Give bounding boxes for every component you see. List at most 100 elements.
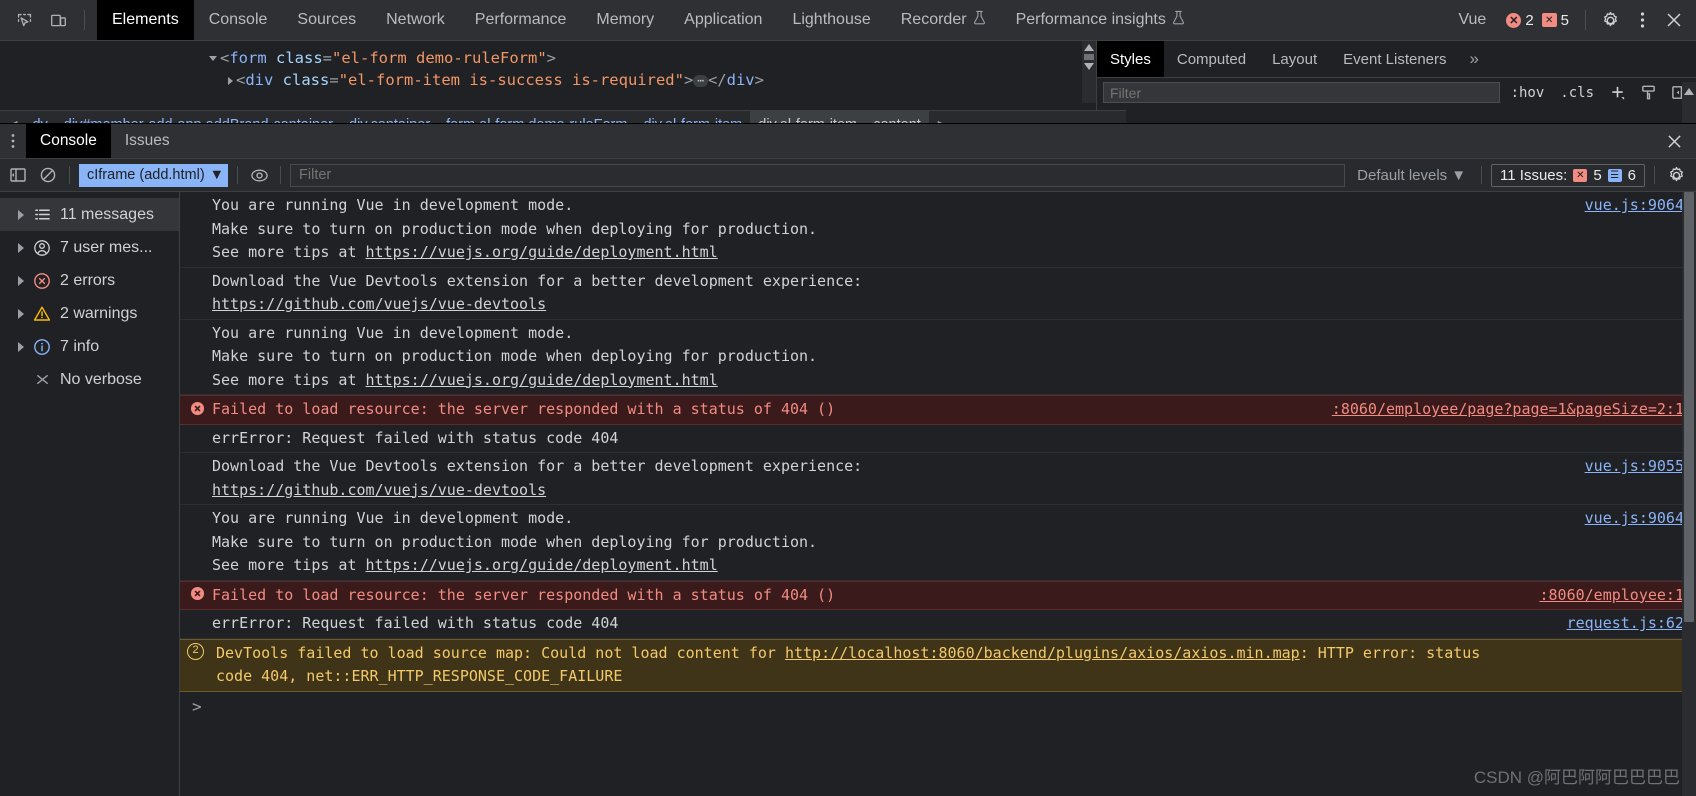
tab-network[interactable]: Network — [371, 0, 460, 40]
element-classes-button[interactable]: .cls — [1555, 85, 1599, 101]
source-url: :8060/employee:1 — [1539, 585, 1685, 604]
console-message-list[interactable]: You are running Vue in development mode.… — [180, 192, 1696, 796]
gear-icon[interactable] — [1596, 6, 1624, 34]
tab-label: Memory — [596, 11, 655, 28]
kebab-icon[interactable] — [1628, 6, 1656, 34]
scrollbar-thumb[interactable] — [1684, 192, 1694, 622]
console-filter-input[interactable] — [290, 163, 1346, 187]
tab-styles[interactable]: Styles — [1097, 41, 1164, 77]
issues-summary-button[interactable]: 11 Issues: ✕ 5 ☰ 6 — [1491, 163, 1645, 187]
expand-triangle-icon[interactable] — [18, 341, 24, 352]
tab-label: Computed — [1176, 50, 1247, 68]
styles-filter-input[interactable] — [1103, 82, 1500, 103]
tab-elements[interactable]: Elements — [97, 0, 194, 40]
clear-console-icon[interactable] — [36, 163, 60, 187]
tab-label: Layout — [1272, 50, 1318, 68]
message-source-link[interactable]: vue.js:9064 — [1585, 507, 1684, 531]
message-source-link[interactable]: :8060/employee/page?page=1&pageSize=2:1 — [1332, 398, 1696, 422]
scrollbar-thumb[interactable] — [1084, 54, 1094, 60]
error-circle-icon: ✕ — [1506, 12, 1522, 28]
drawer-kebab-icon[interactable] — [0, 124, 26, 158]
tab-recorder[interactable]: Recorder — [886, 0, 1001, 40]
inspect-element-icon[interactable] — [10, 6, 38, 34]
drawer-tab-bar: Console Issues — [0, 124, 1696, 159]
toolbar-divider — [237, 166, 239, 184]
expand-triangle-icon[interactable] — [209, 56, 217, 61]
dom-tree-scrollbar[interactable] — [1082, 41, 1096, 103]
javascript-context-select[interactable]: cIframe (add.html) ▼ — [79, 163, 229, 187]
deployment-doc-link[interactable]: https://vuejs.org/guide/deployment.html — [366, 371, 718, 389]
scroll-up-arrow-icon[interactable] — [1684, 88, 1694, 95]
console-message[interactable]: You are running Vue in development mode.… — [180, 320, 1696, 395]
vue-devtools-link[interactable]: https://github.com/vuejs/vue-devtools — [212, 481, 546, 499]
tab-vue[interactable]: Vue — [1448, 11, 1496, 29]
console-message[interactable]: You are running Vue in development mode.… — [180, 192, 1696, 268]
sidebar-item-info[interactable]: 7 info — [0, 330, 179, 363]
console-message[interactable]: errError: Request failed with status cod… — [180, 610, 1696, 639]
scroll-down-arrow-icon[interactable] — [1084, 63, 1094, 70]
message-source-link[interactable]: vue.js:9055 — [1585, 455, 1684, 479]
tab-performance-insights[interactable]: Performance insights — [1001, 0, 1200, 40]
message-line: See more tips at https://vuejs.org/guide… — [212, 556, 718, 574]
deployment-doc-link[interactable]: https://vuejs.org/guide/deployment.html — [366, 556, 718, 574]
vue-devtools-link[interactable]: https://github.com/vuejs/vue-devtools — [212, 295, 546, 313]
console-scrollbar[interactable] — [1682, 192, 1696, 796]
drawer-tab-console[interactable]: Console — [26, 124, 111, 158]
expand-triangle-icon[interactable] — [18, 209, 24, 220]
collapse-triangle-icon[interactable] — [228, 76, 233, 85]
console-warning-message[interactable]: 2 DevTools failed to load source map: Co… — [180, 638, 1696, 692]
tab-event-listeners[interactable]: Event Listeners — [1330, 41, 1459, 77]
sidebar-item-warnings[interactable]: 2 warnings — [0, 297, 179, 330]
console-error-message[interactable]: Failed to load resource: the server resp… — [180, 580, 1696, 610]
error-badge[interactable]: ✕ 2 — [1506, 12, 1534, 29]
tab-console[interactable]: Console — [194, 0, 283, 40]
scroll-up-arrow-icon[interactable] — [1084, 44, 1094, 51]
dom-node-div-form-item[interactable]: <div class="el-form-item is-success is-r… — [0, 69, 1096, 91]
console-message[interactable]: Download the Vue Devtools extension for … — [180, 268, 1696, 320]
message-source-link[interactable]: request.js:62 — [1567, 612, 1684, 636]
console-settings-gear-icon[interactable] — [1664, 163, 1688, 187]
plus-icon[interactable] — [1605, 84, 1630, 101]
hover-state-button[interactable]: :hov — [1506, 85, 1550, 101]
collapsed-children-icon[interactable]: ⋯ — [693, 74, 708, 87]
expand-triangle-icon[interactable] — [18, 242, 24, 253]
tab-memory[interactable]: Memory — [581, 0, 669, 40]
live-expression-icon[interactable] — [247, 163, 271, 187]
drawer-close-icon[interactable] — [1653, 124, 1696, 158]
error-circle-icon — [189, 586, 205, 602]
chevron-down-icon: ▼ — [1451, 166, 1467, 184]
tab-sources[interactable]: Sources — [282, 0, 371, 40]
message-source-link[interactable]: vue.js:9064 — [1585, 194, 1684, 218]
console-body: 11 messages 7 user mes... 2 errors 2 war… — [0, 192, 1696, 796]
console-error-message[interactable]: Failed to load resource: the server resp… — [180, 395, 1696, 425]
message-badge[interactable]: ✕ 5 — [1541, 12, 1569, 29]
sidebar-item-user-messages[interactable]: 7 user mes... — [0, 231, 179, 264]
close-icon[interactable] — [1660, 6, 1688, 34]
log-levels-select[interactable]: Default levels ▼ — [1351, 167, 1472, 184]
sidebar-item-errors[interactable]: 2 errors — [0, 264, 179, 297]
device-toolbar-icon[interactable] — [44, 6, 72, 34]
tab-lighthouse[interactable]: Lighthouse — [777, 0, 885, 40]
message-source-link[interactable]: :8060/employee:1 — [1539, 584, 1696, 608]
paintbrush-icon[interactable] — [1636, 84, 1661, 101]
tab-computed[interactable]: Computed — [1164, 41, 1259, 77]
expand-triangle-icon[interactable] — [18, 275, 24, 286]
more-tabs-chevron-icon[interactable]: » — [1460, 41, 1489, 77]
source-map-url-link[interactable]: http://localhost:8060/backend/plugins/ax… — [785, 644, 1300, 662]
message-line: Download the Vue Devtools extension for … — [212, 271, 863, 290]
expand-triangle-icon[interactable] — [18, 308, 24, 319]
tab-layout[interactable]: Layout — [1259, 41, 1330, 77]
console-message[interactable]: errError: Request failed with status cod… — [180, 425, 1696, 453]
console-prompt[interactable]: > — [180, 692, 1696, 716]
console-message[interactable]: You are running Vue in development mode.… — [180, 505, 1696, 581]
console-message[interactable]: Download the Vue Devtools extension for … — [180, 453, 1696, 505]
deployment-doc-link[interactable]: https://vuejs.org/guide/deployment.html — [366, 243, 718, 261]
sidebar-item-all-messages[interactable]: 11 messages — [0, 198, 179, 231]
sidebar-item-verbose[interactable]: No verbose — [0, 363, 179, 396]
issues-label: 11 Issues: — [1500, 166, 1568, 184]
tab-performance[interactable]: Performance — [460, 0, 582, 40]
drawer-tab-issues[interactable]: Issues — [111, 124, 184, 158]
dom-node-form[interactable]: <form class="el-form demo-ruleForm"> — [0, 47, 1096, 69]
tab-application[interactable]: Application — [669, 0, 777, 40]
console-sidebar-icon[interactable] — [6, 163, 30, 187]
